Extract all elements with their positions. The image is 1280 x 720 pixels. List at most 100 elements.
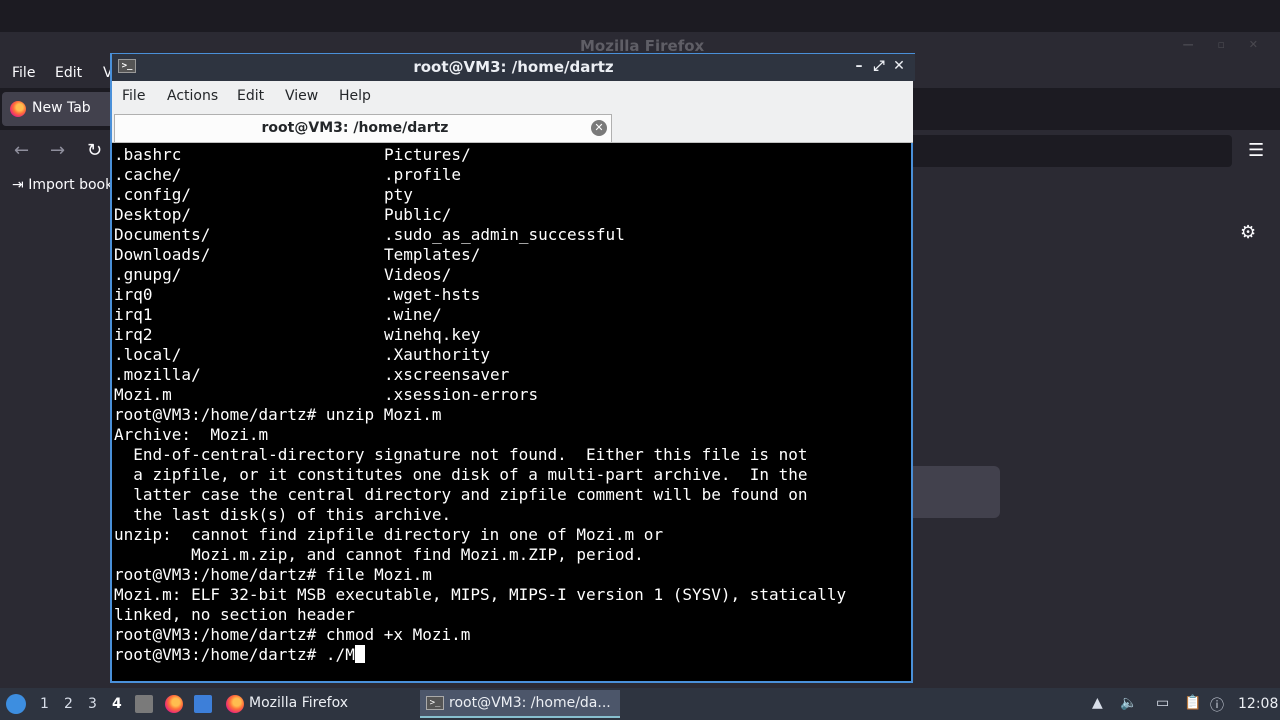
listing-entry: Pictures/ (384, 145, 471, 164)
search-box[interactable] (905, 466, 1000, 518)
listing-entry: Mozi.m (114, 385, 172, 404)
close-tab-icon[interactable]: ✕ (591, 120, 607, 136)
terminal-line: Downloads/Templates/ (114, 245, 480, 265)
listing-entry: .gnupg/ (114, 265, 182, 284)
tab-label: New Tab (32, 100, 91, 116)
listing-entry: pty (384, 185, 413, 204)
workspace-2[interactable]: 2 (64, 696, 73, 712)
taskbar-window-terminal[interactable]: >_ root@VM3: /home/da... (420, 690, 620, 718)
terminal-line: .local/ .Xauthority (114, 345, 490, 365)
network-icon[interactable]: ▭ (1156, 695, 1169, 711)
menu-file[interactable]: File (122, 88, 145, 104)
text-cursor (354, 645, 365, 663)
window-controls[interactable]: — ▫ ✕ (1183, 38, 1268, 51)
reload-icon[interactable]: ↻ (87, 140, 102, 161)
terminal-line: .gnupg/Videos/ (114, 265, 451, 285)
listing-entry: .Xauthority (384, 345, 490, 364)
gear-icon[interactable]: ⚙ (1240, 222, 1256, 243)
menu-help[interactable]: Help (339, 88, 371, 104)
terminal-line: Mozi.m .xsession-errors (114, 385, 538, 405)
taskbar: 1 2 3 4 Mozilla Firefox >_ root@VM3: /ho… (0, 688, 1280, 720)
terminal-line: root@VM3:/home/dartz# unzip Mozi.m (114, 405, 442, 424)
terminal-line: Archive: Mozi.m (114, 425, 269, 444)
import-icon: ⇥ (12, 177, 29, 193)
update-icon[interactable]: ⓘ (1210, 695, 1224, 715)
menu-file[interactable]: File (12, 65, 35, 81)
listing-entry: Templates/ (384, 245, 481, 264)
menu-edit[interactable]: Edit (237, 88, 264, 104)
listing-entry: Desktop/ (114, 205, 192, 224)
taskbar-window-label: Mozilla Firefox (249, 695, 349, 711)
terminal-tab-label: root@VM3: /home/dartz (261, 120, 449, 136)
terminal-tab[interactable]: root@VM3: /home/dartz ✕ (114, 114, 612, 142)
terminal-line: Documents/ .sudo_as_admin_successful (114, 225, 625, 245)
workspace-3[interactable]: 3 (88, 696, 97, 712)
menu-view[interactable]: View (285, 88, 318, 104)
workspace-4[interactable]: 4 (112, 696, 122, 712)
clipboard-icon[interactable]: 📋 (1184, 695, 1201, 711)
terminal-icon: >_ (426, 696, 444, 710)
tab-new-tab[interactable]: New Tab (2, 92, 122, 126)
volume-icon[interactable]: 🔈 (1120, 695, 1137, 711)
up-arrow-icon[interactable]: ▲ (1092, 695, 1103, 711)
desktop-icon[interactable] (194, 695, 212, 713)
firefox-launcher-icon[interactable] (165, 695, 183, 713)
listing-entry: .sudo_as_admin_successful (384, 225, 625, 244)
listing-entry: .wget-hsts (384, 285, 481, 304)
listing-entry: .profile (384, 165, 462, 184)
listing-entry: .xscreensaver (384, 365, 510, 384)
firefox-icon (226, 695, 244, 713)
terminal-line: the last disk(s) of this archive. (114, 505, 452, 524)
terminal-line: .bashrc Pictures/ (114, 145, 471, 165)
taskbar-window-label: root@VM3: /home/da... (449, 695, 611, 711)
taskbar-window-firefox[interactable]: Mozilla Firefox (222, 691, 418, 717)
listing-entry: .mozilla/ (114, 365, 201, 384)
listing-entry: irq2 (114, 325, 153, 344)
terminal-line: irq0 .wget-hsts (114, 285, 480, 305)
listing-entry: Videos/ (384, 265, 452, 284)
firefox-icon (10, 101, 26, 117)
forward-icon[interactable]: → (50, 140, 65, 161)
close-icon[interactable]: ✕ (889, 58, 909, 74)
terminal-line: Desktop/Public/ (114, 205, 451, 225)
listing-entry: .cache/ (114, 165, 182, 184)
hamburger-menu-icon[interactable]: ☰ (1248, 140, 1264, 161)
file-manager-icon[interactable] (135, 695, 153, 713)
workspace-1[interactable]: 1 (40, 696, 49, 712)
terminal-output[interactable]: .bashrc Pictures/ .cache/ .profile .config/p… (114, 145, 911, 679)
terminal-line: latter case the central directory and zi… (114, 485, 808, 504)
terminal-line: unzip: cannot find zipfile directory in … (114, 525, 664, 544)
start-menu-icon[interactable] (6, 694, 26, 714)
listing-entry: .config/ (114, 185, 192, 204)
listing-entry: winehq.key (384, 325, 481, 344)
terminal-tabbar: root@VM3: /home/dartz ✕ (112, 111, 913, 143)
window-controls: – ⤢ ✕ (849, 58, 909, 74)
menu-actions[interactable]: Actions (167, 88, 218, 104)
menu-edit[interactable]: Edit (55, 65, 82, 81)
terminal-line: .mozilla/ .xscreensaver (114, 365, 509, 385)
maximize-icon[interactable]: ⤢ (869, 58, 889, 74)
import-bookmarks-button[interactable]: ⇥ Import book (12, 177, 113, 193)
clock: 12:08 (1238, 696, 1279, 712)
terminal-titlebar[interactable]: >_ root@VM3: /home/dartz – ⤢ ✕ (112, 53, 915, 81)
listing-entry: irq1 (114, 305, 153, 324)
listing-entry: Downloads/ (114, 245, 211, 264)
prompt-line[interactable]: root@VM3:/home/dartz# ./M (114, 645, 365, 665)
terminal-line: linked, no section header (114, 605, 355, 624)
terminal-line: root@VM3:/home/dartz# chmod +x Mozi.m (114, 625, 471, 644)
prompt-text: root@VM3:/home/dartz# ./M (114, 645, 355, 664)
terminal-line: Mozi.m: ELF 32-bit MSB executable, MIPS,… (114, 585, 847, 604)
terminal-line: irq1 .wine/ (114, 305, 442, 325)
url-bar[interactable] (906, 135, 1232, 167)
terminal-line: Mozi.m.zip, and cannot find Mozi.m.ZIP, … (114, 545, 644, 564)
terminal-line: a zipfile, or it constitutes one disk of… (114, 465, 808, 484)
terminal-menubar: File Actions Edit View Help (112, 81, 913, 111)
terminal-window: >_ root@VM3: /home/dartz – ⤢ ✕ File Action… (110, 53, 915, 683)
listing-entry: .bashrc (114, 145, 182, 164)
terminal-line: End-of-central-directory signature not f… (114, 445, 808, 464)
terminal-line: .cache/ .profile (114, 165, 461, 185)
listing-entry: .local/ (114, 345, 182, 364)
minimize-icon[interactable]: – (849, 58, 869, 74)
listing-entry: Documents/ (114, 225, 211, 244)
back-icon[interactable]: ← (14, 140, 29, 161)
